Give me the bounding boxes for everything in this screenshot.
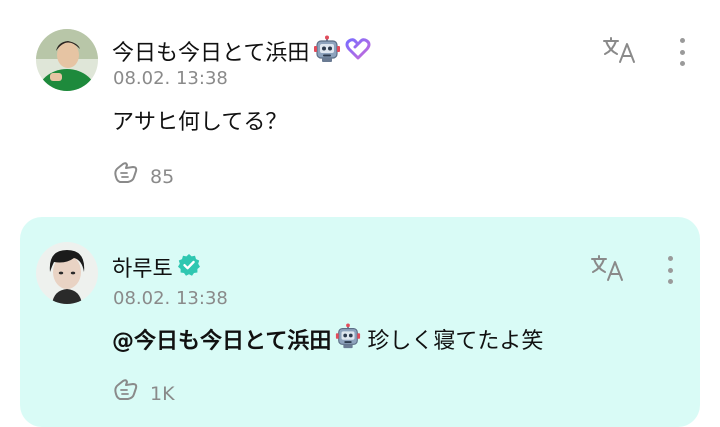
more-vertical-icon-dot <box>667 256 673 261</box>
more-vertical-icon-dot <box>679 61 685 66</box>
robot-icon <box>313 35 341 67</box>
mention-label: @今日も今日とて浜田 <box>112 329 332 354</box>
author-row: 하루토 <box>112 251 201 283</box>
more-options-button[interactable] <box>677 38 687 66</box>
reaction-button[interactable]: 85 <box>112 161 174 192</box>
timestamp: 08.02. 13:38 <box>113 288 228 309</box>
reply-text: @今日も今日とて浜田 珍しく寝てたよ笑 <box>112 323 543 355</box>
translate-button[interactable] <box>602 36 638 68</box>
translate-icon <box>590 255 626 286</box>
comment-post: 今日も今日とて浜田 08.02. 13:38 アサヒ何してる？ 85 <box>0 0 720 215</box>
reaction-count: 1K <box>150 382 175 405</box>
reply-post: 하루토 08.02. 13:38 @今日も今日とて浜田 珍しく寝てたよ笑 1K <box>20 217 700 427</box>
reaction-button[interactable]: 1K <box>112 378 175 409</box>
verified-badge-icon <box>177 253 201 281</box>
more-vertical-icon-dot <box>679 38 685 43</box>
reaction-icon <box>112 378 142 409</box>
more-vertical-icon-dot <box>667 267 673 273</box>
reaction-count: 85 <box>150 165 175 188</box>
more-vertical-icon-dot <box>667 279 673 284</box>
reply-message: 珍しく寝てたよ笑 <box>367 329 544 354</box>
avatar[interactable] <box>36 242 98 304</box>
more-options-button[interactable] <box>665 256 675 284</box>
author-name[interactable]: 今日も今日とて浜田 <box>112 35 309 67</box>
robot-icon <box>335 323 361 355</box>
more-vertical-icon-dot <box>679 49 685 55</box>
comment-text: アサヒ何してる？ <box>112 110 288 135</box>
reaction-icon <box>112 161 142 192</box>
author-row: 今日も今日とて浜田 <box>112 35 371 67</box>
author-name[interactable]: 하루토 <box>112 251 173 283</box>
translate-icon <box>602 37 638 68</box>
translate-button[interactable] <box>590 254 626 286</box>
avatar[interactable] <box>36 29 98 91</box>
heart-icon <box>345 37 371 65</box>
mention-link[interactable]: @今日も今日とて浜田 <box>112 323 361 355</box>
timestamp: 08.02. 13:38 <box>113 68 228 89</box>
